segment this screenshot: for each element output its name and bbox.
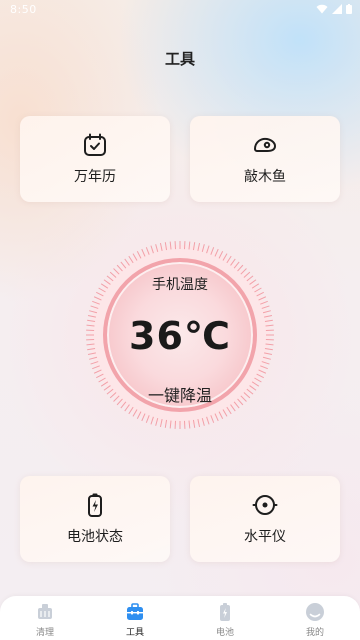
status-bar: 8:50 [0, 0, 360, 20]
cool-down-button[interactable]: 一键降温 [85, 382, 275, 406]
battery-status-card[interactable]: 电池状态 [20, 476, 170, 562]
wooden-fish-card[interactable]: 敲木鱼 [190, 116, 340, 202]
toolbox-icon [127, 603, 143, 620]
tab-tools[interactable]: 工具 [90, 598, 180, 638]
wifi-icon [316, 4, 328, 14]
calendar-card[interactable]: 万年历 [20, 116, 170, 202]
spirit-level-label: 水平仪 [244, 529, 286, 545]
battery-status-icon [346, 4, 352, 14]
tab-profile-label: 我的 [305, 628, 324, 638]
battery-icon [220, 603, 230, 621]
temperature-label: 手机温度 [152, 277, 208, 293]
battery-status-label: 电池状态 [67, 529, 123, 545]
page-title: 工具 [164, 50, 195, 68]
tab-battery-label: 电池 [215, 628, 234, 638]
tab-clean[interactable]: 清理 [0, 598, 90, 638]
status-icons [316, 4, 352, 14]
phone-temperature-dial[interactable]: 手机温度 36℃ 一键降温 [85, 240, 275, 430]
calendar-label: 万年历 [74, 169, 116, 185]
tab-tools-label: 工具 [125, 628, 144, 638]
level-target-icon [252, 495, 278, 515]
bottom-tab-bar: 清理 工具 电池 我的 [0, 596, 360, 640]
wooden-fish-label: 敲木鱼 [244, 169, 286, 185]
wooden-fish-icon [254, 137, 276, 152]
tab-clean-label: 清理 [35, 628, 54, 638]
profile-icon [306, 603, 324, 621]
signal-icon [332, 4, 342, 14]
battery-charging-icon [88, 493, 102, 517]
calendar-check-icon [84, 133, 106, 156]
spirit-level-card[interactable]: 水平仪 [190, 476, 340, 562]
status-time: 8:50 [10, 3, 37, 16]
tab-profile[interactable]: 我的 [270, 598, 360, 638]
temperature-value: 36℃ [129, 314, 231, 358]
broom-clean-icon [38, 604, 52, 619]
tab-battery[interactable]: 电池 [180, 598, 270, 638]
